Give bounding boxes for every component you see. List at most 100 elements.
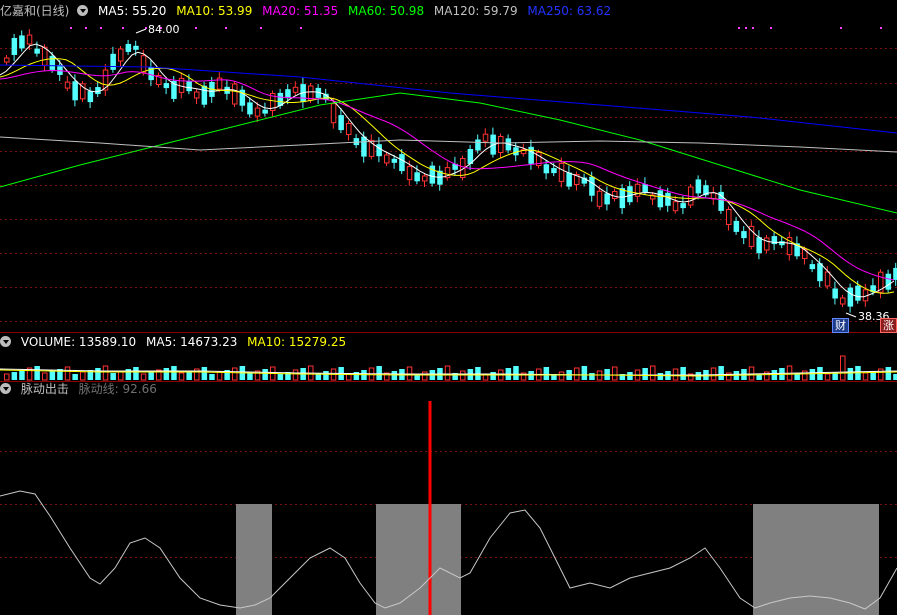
candle-body	[589, 176, 595, 196]
candle-body	[247, 102, 253, 115]
low-price-pointer	[845, 312, 857, 318]
zone-block	[376, 504, 461, 615]
candle-body	[194, 91, 200, 99]
candle-body	[4, 57, 10, 63]
volume-bar	[604, 369, 610, 380]
volume-bar	[824, 373, 831, 381]
ma60-line	[0, 92, 897, 214]
indicator-chart[interactable]	[0, 398, 897, 615]
signal-dot	[752, 27, 754, 29]
high-price-label: 84.00	[148, 23, 180, 36]
volume-bar	[148, 372, 154, 380]
candle-body	[498, 136, 504, 153]
volume-bar	[156, 369, 162, 381]
candle-body	[733, 220, 740, 232]
candle-body	[847, 287, 854, 307]
volume-bar	[178, 372, 185, 381]
candle-body	[779, 241, 785, 246]
volume-bar	[475, 367, 481, 380]
volume-bar	[399, 369, 405, 380]
volume-bar	[878, 368, 884, 381]
signal-dot	[880, 27, 882, 29]
candle-body	[338, 115, 344, 131]
volume-bar	[642, 368, 648, 380]
volume-bar	[543, 367, 550, 380]
signal-dot	[70, 27, 72, 29]
signal-dot	[300, 27, 302, 29]
indicator-line-label: 脉动线: 92.66	[78, 382, 157, 396]
volume-bar	[140, 373, 147, 381]
candle-body	[308, 85, 314, 101]
volume-bar	[216, 371, 223, 381]
volume-ma10-label: MA10: 15279.25	[247, 335, 347, 349]
candle-body	[543, 164, 550, 174]
volume-bar	[672, 368, 679, 381]
signal-dot	[100, 27, 102, 29]
candle-body	[285, 89, 291, 99]
volume-bar	[513, 366, 519, 380]
volume-bar	[64, 366, 71, 381]
candle-body	[657, 190, 664, 208]
candle-body	[125, 43, 132, 52]
signal-dot	[85, 27, 87, 29]
volume-bar	[710, 367, 717, 381]
collapse-icon[interactable]	[0, 383, 11, 394]
volume-chart[interactable]	[0, 349, 897, 382]
volume-bar	[657, 373, 664, 380]
volume-bar	[95, 368, 101, 380]
candle-body	[384, 154, 390, 164]
volume-bar	[49, 371, 56, 380]
candle-body	[186, 81, 192, 92]
candle-body	[163, 83, 170, 89]
candle-body	[57, 64, 63, 75]
ma120-line	[0, 136, 897, 153]
volume-bar	[840, 355, 846, 381]
candle-body	[680, 203, 686, 209]
candle-body	[528, 146, 534, 164]
volume-bar	[809, 369, 816, 380]
volume-bar	[581, 366, 588, 380]
volume-bar	[558, 371, 565, 381]
volume-bar	[72, 374, 78, 380]
volume-bar	[133, 367, 139, 380]
candle-body	[566, 172, 572, 187]
candle-body	[346, 123, 352, 135]
price-chart[interactable]: 84.0038.36	[0, 15, 897, 333]
volume-bar	[422, 371, 428, 381]
candle-body	[642, 184, 648, 193]
volume-bar	[80, 371, 86, 381]
volume-bar	[802, 370, 808, 381]
volume-bar	[847, 368, 854, 380]
volume-bar	[391, 371, 398, 380]
candle-body	[330, 103, 337, 124]
volume-bar	[201, 367, 208, 380]
candle-body	[361, 136, 367, 157]
collapse-icon[interactable]	[0, 336, 11, 347]
candle-body	[201, 85, 208, 105]
volume-bar	[209, 374, 215, 380]
volume-bar	[277, 374, 284, 380]
candle-body	[64, 81, 71, 89]
candle-body	[710, 192, 717, 200]
volume-bar	[171, 366, 177, 380]
signal-dot	[225, 27, 227, 29]
signal-dot	[738, 27, 740, 29]
badge-cai: 财	[832, 318, 849, 333]
signal-dot	[745, 27, 747, 29]
candle-body	[11, 37, 18, 55]
volume-bar	[460, 370, 466, 381]
candle-body	[254, 107, 261, 117]
candle-body	[482, 133, 489, 142]
candle-body	[399, 154, 405, 172]
candle-body	[140, 55, 147, 74]
candle-body	[771, 236, 778, 245]
candle-body	[551, 168, 557, 174]
volume-bar	[34, 366, 40, 380]
candle-body	[840, 297, 846, 305]
candle-body	[764, 237, 770, 251]
candle-body	[262, 109, 268, 114]
volume-bar	[893, 374, 897, 380]
volume-bar	[102, 365, 109, 381]
candle-body	[627, 186, 633, 203]
signal-dot	[145, 27, 147, 29]
